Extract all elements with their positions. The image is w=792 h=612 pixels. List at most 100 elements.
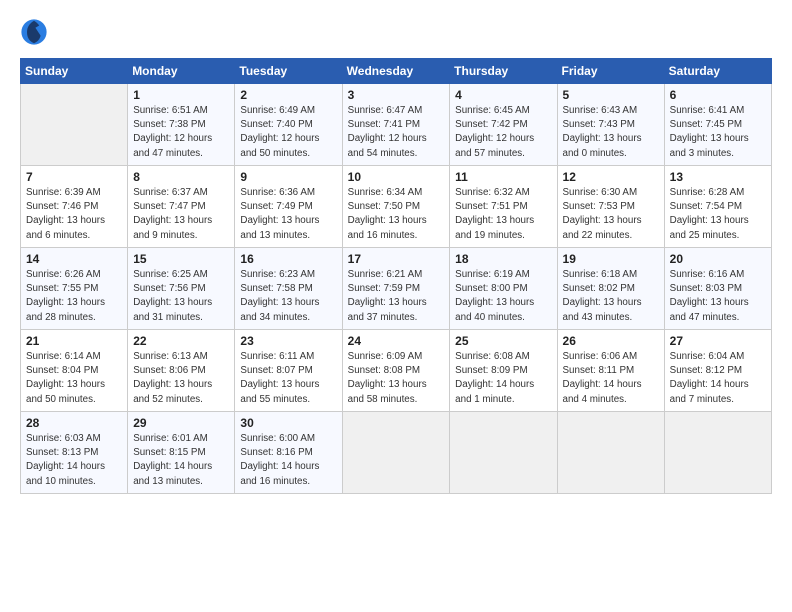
day-number: 22	[133, 334, 229, 348]
calendar-header-sunday: Sunday	[21, 59, 128, 84]
day-info: Sunrise: 6:00 AM Sunset: 8:16 PM Dayligh…	[240, 432, 336, 489]
day-number: 29	[133, 416, 229, 430]
calendar-cell: 10 Sunrise: 6:34 AM Sunset: 7:50 PM Dayli…	[342, 166, 450, 248]
calendar-cell: 28 Sunrise: 6:03 AM Sunset: 8:13 PM Dayli…	[21, 412, 128, 494]
day-info: Sunrise: 6:01 AM Sunset: 8:15 PM Dayligh…	[133, 432, 229, 489]
calendar-cell: 15 Sunrise: 6:25 AM Sunset: 7:56 PM Dayli…	[128, 248, 235, 330]
calendar-cell: 2 Sunrise: 6:49 AM Sunset: 7:40 PM Daylig…	[235, 84, 342, 166]
day-info: Sunrise: 6:39 AM Sunset: 7:46 PM Dayligh…	[26, 186, 122, 243]
day-number: 11	[455, 170, 551, 184]
day-number: 26	[563, 334, 659, 348]
calendar-cell	[664, 412, 771, 494]
calendar-cell: 26 Sunrise: 6:06 AM Sunset: 8:11 PM Dayli…	[557, 330, 664, 412]
day-number: 9	[240, 170, 336, 184]
day-info: Sunrise: 6:43 AM Sunset: 7:43 PM Dayligh…	[563, 104, 659, 161]
calendar-header-thursday: Thursday	[450, 59, 557, 84]
day-info: Sunrise: 6:14 AM Sunset: 8:04 PM Dayligh…	[26, 350, 122, 407]
calendar-cell: 3 Sunrise: 6:47 AM Sunset: 7:41 PM Daylig…	[342, 84, 450, 166]
day-number: 14	[26, 252, 122, 266]
day-number: 24	[348, 334, 445, 348]
day-number: 27	[670, 334, 766, 348]
day-info: Sunrise: 6:41 AM Sunset: 7:45 PM Dayligh…	[670, 104, 766, 161]
calendar-cell: 25Sunrise: 6:08 AM Sunset: 8:09 PM Dayli…	[450, 330, 557, 412]
day-number: 3	[348, 88, 445, 102]
calendar-cell: 14Sunrise: 6:26 AM Sunset: 7:55 PM Dayli…	[21, 248, 128, 330]
day-number: 23	[240, 334, 336, 348]
calendar-header-tuesday: Tuesday	[235, 59, 342, 84]
day-number: 5	[563, 88, 659, 102]
day-number: 16	[240, 252, 336, 266]
day-number: 15	[133, 252, 229, 266]
day-info: Sunrise: 6:09 AM Sunset: 8:08 PM Dayligh…	[348, 350, 445, 407]
calendar-cell: 22Sunrise: 6:13 AM Sunset: 8:06 PM Dayli…	[128, 330, 235, 412]
calendar-cell: 9 Sunrise: 6:36 AM Sunset: 7:49 PM Daylig…	[235, 166, 342, 248]
day-info: Sunrise: 6:25 AM Sunset: 7:56 PM Dayligh…	[133, 268, 229, 325]
day-number: 10	[348, 170, 445, 184]
logo	[20, 18, 50, 46]
day-number: 4	[455, 88, 551, 102]
calendar-cell: 27 Sunrise: 6:04 AM Sunset: 8:12 PM Dayli…	[664, 330, 771, 412]
calendar-header-row: SundayMondayTuesdayWednesdayThursdayFrid…	[21, 59, 772, 84]
day-info: Sunrise: 6:34 AM Sunset: 7:50 PM Dayligh…	[348, 186, 445, 243]
day-info: Sunrise: 6:03 AM Sunset: 8:13 PM Dayligh…	[26, 432, 122, 489]
calendar-table: SundayMondayTuesdayWednesdayThursdayFrid…	[20, 58, 772, 494]
day-info: Sunrise: 6:21 AM Sunset: 7:59 PM Dayligh…	[348, 268, 445, 325]
calendar-cell	[557, 412, 664, 494]
page-header	[20, 18, 772, 46]
calendar-cell: 12 Sunrise: 6:30 AM Sunset: 7:53 PM Dayli…	[557, 166, 664, 248]
day-number: 25	[455, 334, 551, 348]
calendar-week-row: 14Sunrise: 6:26 AM Sunset: 7:55 PM Dayli…	[21, 248, 772, 330]
day-number: 20	[670, 252, 766, 266]
calendar-cell: 4 Sunrise: 6:45 AM Sunset: 7:42 PM Daylig…	[450, 84, 557, 166]
day-info: Sunrise: 6:32 AM Sunset: 7:51 PM Dayligh…	[455, 186, 551, 243]
day-info: Sunrise: 6:16 AM Sunset: 8:03 PM Dayligh…	[670, 268, 766, 325]
calendar-cell: 21 Sunrise: 6:14 AM Sunset: 8:04 PM Dayli…	[21, 330, 128, 412]
calendar-header-wednesday: Wednesday	[342, 59, 450, 84]
calendar-header-saturday: Saturday	[664, 59, 771, 84]
day-info: Sunrise: 6:11 AM Sunset: 8:07 PM Dayligh…	[240, 350, 336, 407]
calendar-cell: 7Sunrise: 6:39 AM Sunset: 7:46 PM Daylig…	[21, 166, 128, 248]
day-info: Sunrise: 6:23 AM Sunset: 7:58 PM Dayligh…	[240, 268, 336, 325]
calendar-cell: 24 Sunrise: 6:09 AM Sunset: 8:08 PM Dayli…	[342, 330, 450, 412]
day-info: Sunrise: 6:04 AM Sunset: 8:12 PM Dayligh…	[670, 350, 766, 407]
calendar-cell: 20 Sunrise: 6:16 AM Sunset: 8:03 PM Dayli…	[664, 248, 771, 330]
calendar-cell	[450, 412, 557, 494]
calendar-header-monday: Monday	[128, 59, 235, 84]
day-number: 2	[240, 88, 336, 102]
day-number: 12	[563, 170, 659, 184]
page-container: SundayMondayTuesdayWednesdayThursdayFrid…	[0, 0, 792, 504]
calendar-cell: 17Sunrise: 6:21 AM Sunset: 7:59 PM Dayli…	[342, 248, 450, 330]
day-info: Sunrise: 6:47 AM Sunset: 7:41 PM Dayligh…	[348, 104, 445, 161]
day-info: Sunrise: 6:37 AM Sunset: 7:47 PM Dayligh…	[133, 186, 229, 243]
day-number: 18	[455, 252, 551, 266]
calendar-cell	[342, 412, 450, 494]
calendar-week-row: 7Sunrise: 6:39 AM Sunset: 7:46 PM Daylig…	[21, 166, 772, 248]
day-info: Sunrise: 6:36 AM Sunset: 7:49 PM Dayligh…	[240, 186, 336, 243]
calendar-cell: 1 Sunrise: 6:51 AM Sunset: 7:38 PM Daylig…	[128, 84, 235, 166]
day-number: 6	[670, 88, 766, 102]
day-number: 8	[133, 170, 229, 184]
day-info: Sunrise: 6:45 AM Sunset: 7:42 PM Dayligh…	[455, 104, 551, 161]
day-info: Sunrise: 6:06 AM Sunset: 8:11 PM Dayligh…	[563, 350, 659, 407]
calendar-header-friday: Friday	[557, 59, 664, 84]
calendar-week-row: 28 Sunrise: 6:03 AM Sunset: 8:13 PM Dayli…	[21, 412, 772, 494]
day-info: Sunrise: 6:30 AM Sunset: 7:53 PM Dayligh…	[563, 186, 659, 243]
calendar-cell: 5 Sunrise: 6:43 AM Sunset: 7:43 PM Daylig…	[557, 84, 664, 166]
day-number: 21	[26, 334, 122, 348]
calendar-cell: 8 Sunrise: 6:37 AM Sunset: 7:47 PM Daylig…	[128, 166, 235, 248]
calendar-week-row: 21 Sunrise: 6:14 AM Sunset: 8:04 PM Dayli…	[21, 330, 772, 412]
calendar-cell: 13Sunrise: 6:28 AM Sunset: 7:54 PM Dayli…	[664, 166, 771, 248]
logo-icon	[20, 18, 48, 46]
day-number: 1	[133, 88, 229, 102]
day-info: Sunrise: 6:51 AM Sunset: 7:38 PM Dayligh…	[133, 104, 229, 161]
day-info: Sunrise: 6:49 AM Sunset: 7:40 PM Dayligh…	[240, 104, 336, 161]
day-number: 13	[670, 170, 766, 184]
day-info: Sunrise: 6:19 AM Sunset: 8:00 PM Dayligh…	[455, 268, 551, 325]
day-number: 30	[240, 416, 336, 430]
calendar-cell: 29 Sunrise: 6:01 AM Sunset: 8:15 PM Dayli…	[128, 412, 235, 494]
calendar-cell: 19Sunrise: 6:18 AM Sunset: 8:02 PM Dayli…	[557, 248, 664, 330]
calendar-cell: 18 Sunrise: 6:19 AM Sunset: 8:00 PM Dayli…	[450, 248, 557, 330]
day-number: 28	[26, 416, 122, 430]
calendar-cell: 11 Sunrise: 6:32 AM Sunset: 7:51 PM Dayli…	[450, 166, 557, 248]
calendar-cell: 16 Sunrise: 6:23 AM Sunset: 7:58 PM Dayli…	[235, 248, 342, 330]
